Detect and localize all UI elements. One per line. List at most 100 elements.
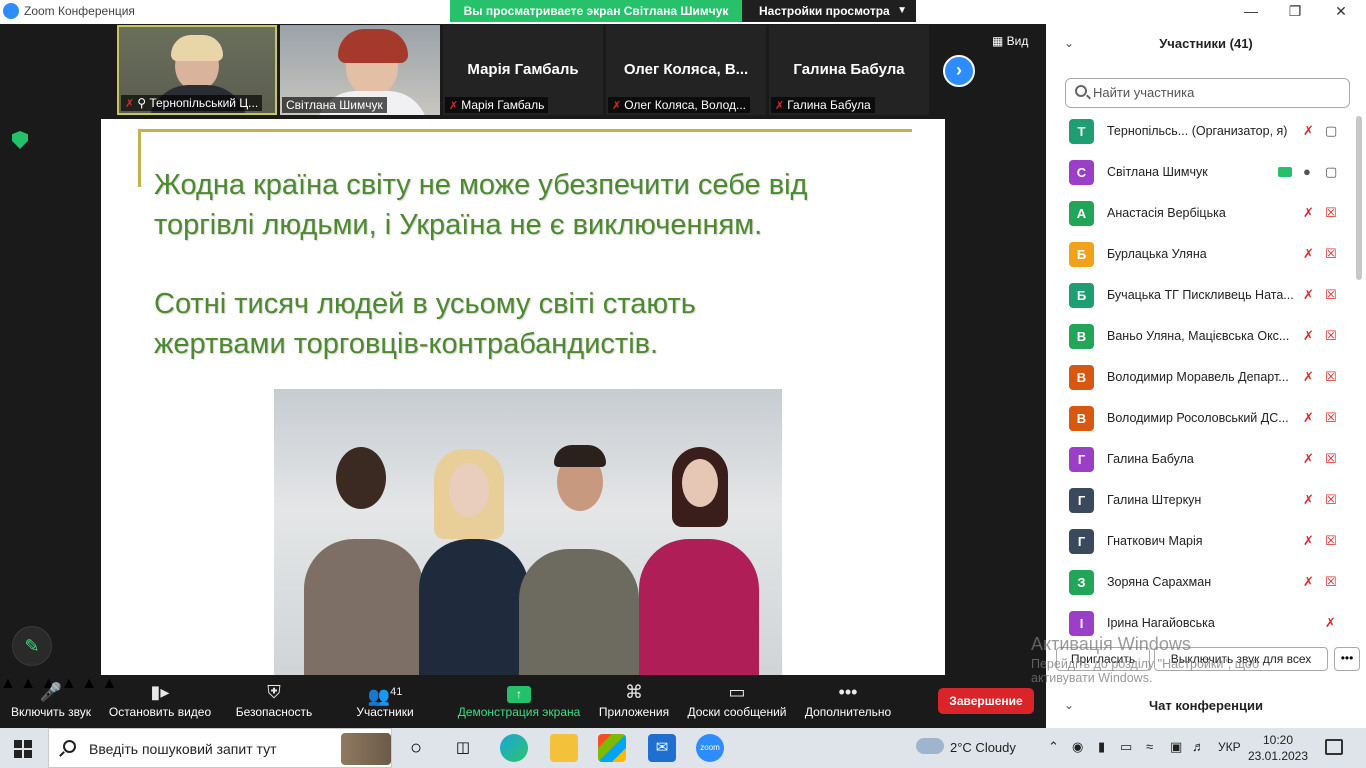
panel-header: Участники (41) [1159, 36, 1253, 51]
apps-button[interactable]: ⌘ Приложения [594, 675, 674, 728]
avatar: В [1069, 406, 1094, 431]
more-button[interactable]: ••• Дополнительно [800, 675, 896, 728]
participant-row[interactable]: Г Гнаткович Марія ✗ ☒ [1046, 526, 1356, 567]
muted-mic-icon[interactable]: ✗ [1303, 574, 1314, 590]
camera-off-icon[interactable]: ☒ [1325, 533, 1337, 549]
camera-off-icon[interactable]: ☒ [1325, 451, 1337, 467]
camera-tray-icon[interactable]: ◉ [1072, 739, 1083, 755]
participant-row[interactable]: І Ірина Нагайовська ✗ [1046, 608, 1356, 636]
participant-row[interactable]: Б Бурлацька Уляна ✗ ☒ [1046, 239, 1356, 280]
camera-off-icon[interactable]: ☒ [1325, 410, 1337, 426]
mic-icon[interactable]: ● [1303, 164, 1311, 179]
muted-mic-icon[interactable]: ✗ [1325, 615, 1336, 631]
participant-name: Анастасія Вербіцька [1107, 206, 1226, 220]
muted-mic-icon: 🎤 [39, 682, 63, 702]
store-icon[interactable] [598, 734, 626, 762]
language-indicator[interactable]: УКР [1218, 740, 1241, 754]
participant-row[interactable]: В Володимир Росоловський ДС... ✗ ☒ [1046, 403, 1356, 444]
tile-label: ✗ Галина Бабула [771, 97, 875, 113]
camera-icon[interactable]: ▢ [1325, 123, 1337, 139]
avatar: А [1069, 201, 1094, 226]
camera-off-icon[interactable]: ☒ [1325, 287, 1337, 303]
wifi-icon[interactable]: ≈ [1146, 739, 1153, 754]
video-tile[interactable]: Галина Бабула ✗ Галина Бабула [769, 25, 929, 115]
participant-row[interactable]: А Анастасія Вербіцька ✗ ☒ [1046, 198, 1356, 239]
muted-mic-icon[interactable]: ✗ [1303, 369, 1314, 385]
chevron-down-icon: ▼ [897, 5, 907, 16]
pencil-icon[interactable]: ✎ [12, 626, 52, 666]
muted-mic-icon[interactable]: ✗ [1303, 492, 1314, 508]
video-tile[interactable]: Олег Коляса, В... ✗ Олег Коляса, Волод... [606, 25, 766, 115]
participant-list: Т Тернопільсь... (Организатор, я) ✗ ▢ С … [1046, 116, 1356, 636]
whiteboards-button[interactable]: ▭ Доски сообщений [684, 675, 790, 728]
cortana-icon[interactable]: ○ [402, 734, 430, 762]
close-button[interactable]: ✕ [1318, 0, 1364, 24]
file-explorer-icon[interactable] [550, 734, 578, 762]
display-icon[interactable]: ▣ [1170, 739, 1182, 755]
view-options-label: Настройки просмотра [759, 4, 890, 18]
participant-name: Володимир Росоловський ДС... [1107, 411, 1289, 425]
avatar: Г [1069, 529, 1094, 554]
grid-icon: ▦ [992, 34, 1007, 48]
muted-mic-icon[interactable]: ✗ [1303, 328, 1314, 344]
muted-mic-icon[interactable]: ✗ [1303, 123, 1314, 139]
camera-off-icon[interactable]: ☒ [1325, 574, 1337, 590]
weather-text[interactable]: 2°C Cloudy [950, 740, 1016, 755]
mic-tray-icon[interactable]: ▮ [1098, 739, 1105, 755]
participant-row[interactable]: С Світлана Шимчук ● ▢ [1046, 157, 1356, 198]
camera-icon[interactable]: ▢ [1325, 164, 1337, 180]
muted-mic-icon[interactable]: ✗ [1303, 410, 1314, 426]
muted-mic-icon[interactable]: ✗ [1303, 205, 1314, 221]
video-tile[interactable]: ✗ ⚲ Тернопільський Ц... [117, 25, 277, 115]
share-screen-button[interactable]: ↑ Демонстрация экрана [456, 675, 582, 728]
muted-mic-icon[interactable]: ✗ [1303, 287, 1314, 303]
camera-off-icon[interactable]: ☒ [1325, 205, 1337, 221]
speaker-icon[interactable]: ♬ [1192, 739, 1205, 754]
camera-off-icon[interactable]: ☒ [1325, 492, 1337, 508]
participants-button[interactable]: 👥41 Участники [350, 675, 420, 728]
clock[interactable]: 10:20 23.01.2023 [1246, 732, 1310, 764]
participant-row[interactable]: Г Галина Бабула ✗ ☒ [1046, 444, 1356, 485]
chevron-right-icon[interactable]: › [943, 55, 975, 87]
participant-row[interactable]: В Володимир Моравель Департ... ✗ ☒ [1046, 362, 1356, 403]
participant-row[interactable]: Г Галина Штеркун ✗ ☒ [1046, 485, 1356, 526]
stop-video-button[interactable]: ▮▸ Остановить видео [106, 675, 214, 728]
participant-row[interactable]: З Зоряна Сарахман ✗ ☒ [1046, 567, 1356, 608]
camera-off-icon[interactable]: ☒ [1325, 246, 1337, 262]
participant-row[interactable]: Б Бучацька ТГ Пискливець Ната... ✗ ☒ [1046, 280, 1356, 321]
battery-icon[interactable]: ▭ [1120, 739, 1132, 755]
chat-header[interactable]: Чат конференции [1046, 698, 1366, 713]
camera-off-icon[interactable]: ☒ [1325, 328, 1337, 344]
restore-button[interactable]: ❐ [1272, 0, 1318, 24]
taskbar-search-input[interactable]: Введіть пошуковий запит тут [48, 728, 392, 768]
camera-off-icon[interactable]: ☒ [1325, 369, 1337, 385]
zoom-app-icon [3, 3, 19, 19]
zoom-taskbar-icon[interactable]: zoom [696, 734, 724, 762]
security-button[interactable]: ⛨ Безопасность [232, 675, 316, 728]
avatar: І [1069, 611, 1094, 636]
participant-row[interactable]: В Ваньо Уляна, Мацієвська Окс... ✗ ☒ [1046, 321, 1356, 362]
muted-mic-icon[interactable]: ✗ [1303, 533, 1314, 549]
chevron-up-icon[interactable]: ⌃ [1048, 739, 1059, 755]
more-options-button[interactable]: ••• [1334, 647, 1360, 671]
muted-mic-icon[interactable]: ✗ [1303, 451, 1314, 467]
view-button[interactable]: ▦ Вид [992, 34, 1028, 48]
minimize-button[interactable]: — [1228, 0, 1274, 24]
participant-row[interactable]: Т Тернопільсь... (Организатор, я) ✗ ▢ [1046, 116, 1356, 157]
edge-icon[interactable] [500, 734, 528, 762]
end-meeting-button[interactable]: Завершение [938, 688, 1034, 714]
avatar: Г [1069, 447, 1094, 472]
video-tile[interactable]: Світлана Шимчук [280, 25, 440, 115]
task-view-icon[interactable]: ◫ [449, 734, 477, 762]
unmute-button[interactable]: 🎤 Включить звук [8, 675, 94, 728]
muted-mic-icon[interactable]: ✗ [1303, 246, 1314, 262]
scrollbar[interactable] [1356, 116, 1362, 280]
participant-name: Галина Бабула [1107, 452, 1194, 466]
windows-start-icon[interactable] [14, 740, 32, 758]
shield-icon[interactable] [12, 131, 28, 149]
search-input[interactable]: Найти участника [1065, 78, 1350, 108]
view-options-button[interactable]: Настройки просмотра ▼ [742, 0, 916, 22]
mail-icon[interactable]: ✉ [648, 734, 676, 762]
notifications-icon[interactable] [1325, 739, 1343, 755]
video-tile[interactable]: Марія Гамбаль ✗ Марія Гамбаль [443, 25, 603, 115]
